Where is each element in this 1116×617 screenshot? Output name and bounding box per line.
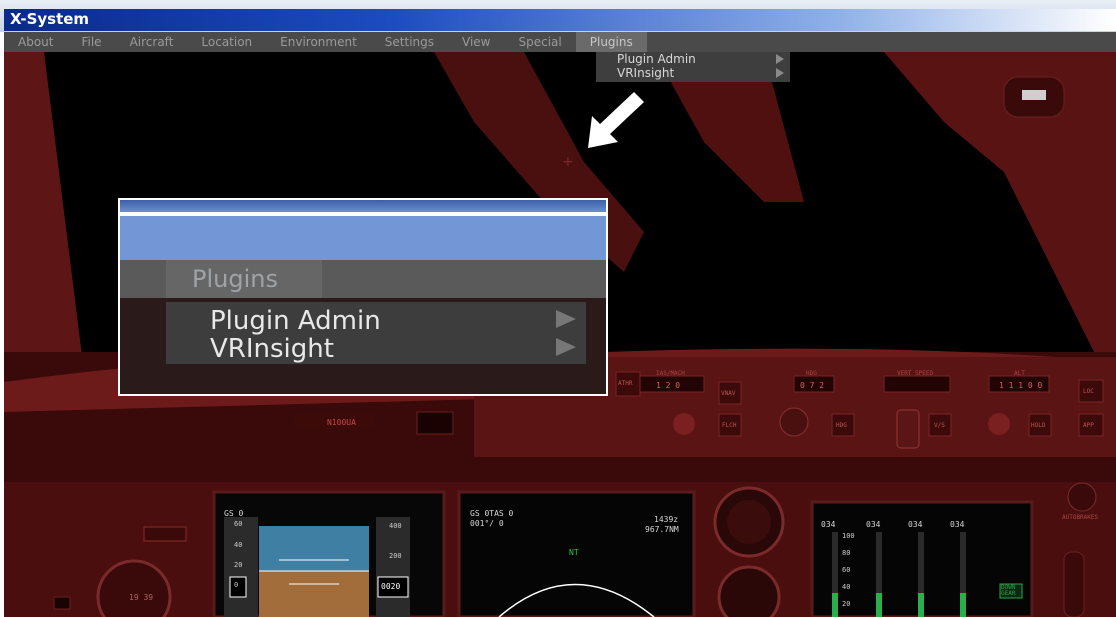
menu-bar: About File Aircraft Location Environment…	[4, 32, 1116, 52]
vnav-button[interactable]: VNAV	[721, 390, 735, 397]
plugin-admin-label: Plugin Admin	[617, 52, 696, 66]
autobrakes-label: AUTOBRAKES	[1062, 514, 1099, 521]
zoom-menubar: Plugins	[120, 260, 606, 298]
pfd-tape-60: 60	[234, 520, 243, 528]
tail-number: N100UA	[327, 418, 356, 427]
menu-plugins[interactable]: Plugins	[575, 32, 647, 52]
mcp-vs-label: VERT SPEED	[897, 370, 934, 377]
hold-button[interactable]: HOLD	[1031, 422, 1045, 429]
window-titlebar: X-System	[0, 0, 1116, 32]
eicas-scale-80: 80	[842, 549, 851, 557]
zoom-plugins-dropdown: Plugin Admin VRInsight	[166, 302, 586, 364]
pfd-tape-20: 20	[234, 561, 243, 569]
mcp-ias-mach-label: IAS/MACH	[656, 370, 685, 377]
nd-course: 001°/ 0	[470, 519, 504, 528]
vrinsight-item[interactable]: VRInsight	[596, 66, 790, 80]
vs-button[interactable]: V/S	[934, 422, 945, 429]
zoom-plugin-admin: Plugin Admin	[210, 306, 381, 336]
zoom-submenu-arrow-icon	[556, 310, 576, 328]
eicas-col-4: 034	[950, 520, 965, 529]
pointer-arrow-icon	[588, 92, 644, 148]
plugins-dropdown: Plugin Admin VRInsight	[596, 52, 790, 82]
mcp-alt-value: 1 1 1 0 0	[999, 381, 1043, 390]
menu-location[interactable]: Location	[187, 32, 266, 52]
app-button[interactable]: APP	[1083, 422, 1094, 429]
menu-file[interactable]: File	[67, 32, 115, 52]
nd-heading: NT	[569, 548, 579, 557]
submenu-arrow-icon	[776, 54, 784, 64]
menu-special[interactable]: Special	[505, 32, 576, 52]
zoom-plugins-menu: Plugins	[166, 260, 322, 298]
mouse-crosshair-icon: +	[562, 154, 574, 170]
pfd-tape-0: 0	[234, 581, 239, 589]
pfd-gs: GS 0	[224, 509, 244, 518]
nd-distance: 967.7NM	[645, 525, 679, 534]
vrinsight-label: VRInsight	[617, 66, 675, 80]
eicas-col-3: 034	[908, 520, 923, 529]
eicas-col-1: 034	[821, 520, 836, 529]
menu-about[interactable]: About	[4, 32, 67, 52]
mcp-hdg-value: 0 7 2	[800, 381, 825, 390]
zoom-vrinsight: VRInsight	[210, 334, 334, 364]
eicas-col-2: 034	[866, 520, 881, 529]
zoom-blue-band	[120, 216, 606, 260]
clock-value: 19 39	[129, 593, 154, 602]
flch-button[interactable]: FLCH	[722, 422, 736, 429]
loc-button[interactable]: LOC	[1083, 388, 1094, 395]
menu-settings[interactable]: Settings	[371, 32, 448, 52]
mcp-speed-value: 1 2 0	[656, 381, 681, 390]
titlebar-bar	[4, 9, 1116, 31]
eicas-scale-100: 100	[842, 532, 855, 540]
zoom-titlebar	[120, 200, 606, 212]
eicas-scale-60: 60	[842, 566, 851, 574]
athr-button[interactable]: ATHR	[618, 380, 632, 387]
plugin-admin-item[interactable]: Plugin Admin	[596, 52, 790, 66]
submenu-arrow-icon	[776, 68, 784, 78]
menu-view[interactable]: View	[448, 32, 504, 52]
nd-gs-tas: GS 0TAS 0	[470, 509, 514, 518]
mcp-hdg-label: HDG	[806, 370, 817, 377]
hdg-hold-button[interactable]: HDG	[836, 422, 847, 429]
zoom-submenu-arrow-icon	[556, 338, 576, 356]
window-title: X-System	[10, 10, 90, 28]
nd-time: 1439z	[654, 515, 679, 524]
pfd-alt-200: 200	[389, 552, 402, 560]
pfd-alt-400: 400	[389, 522, 402, 530]
gear-status: DOWN GEAR	[1001, 584, 1016, 597]
mcp-alt-label: ALT	[1014, 370, 1025, 377]
zoom-callout: Plugins Plugin Admin VRInsight	[118, 198, 608, 396]
menu-aircraft[interactable]: Aircraft	[116, 32, 188, 52]
pfd-alt-box: 0020	[381, 582, 401, 591]
menu-environment[interactable]: Environment	[266, 32, 371, 52]
eicas-scale-20: 20	[842, 600, 851, 608]
pfd-tape-40: 40	[234, 541, 243, 549]
eicas-scale-40: 40	[842, 583, 851, 591]
